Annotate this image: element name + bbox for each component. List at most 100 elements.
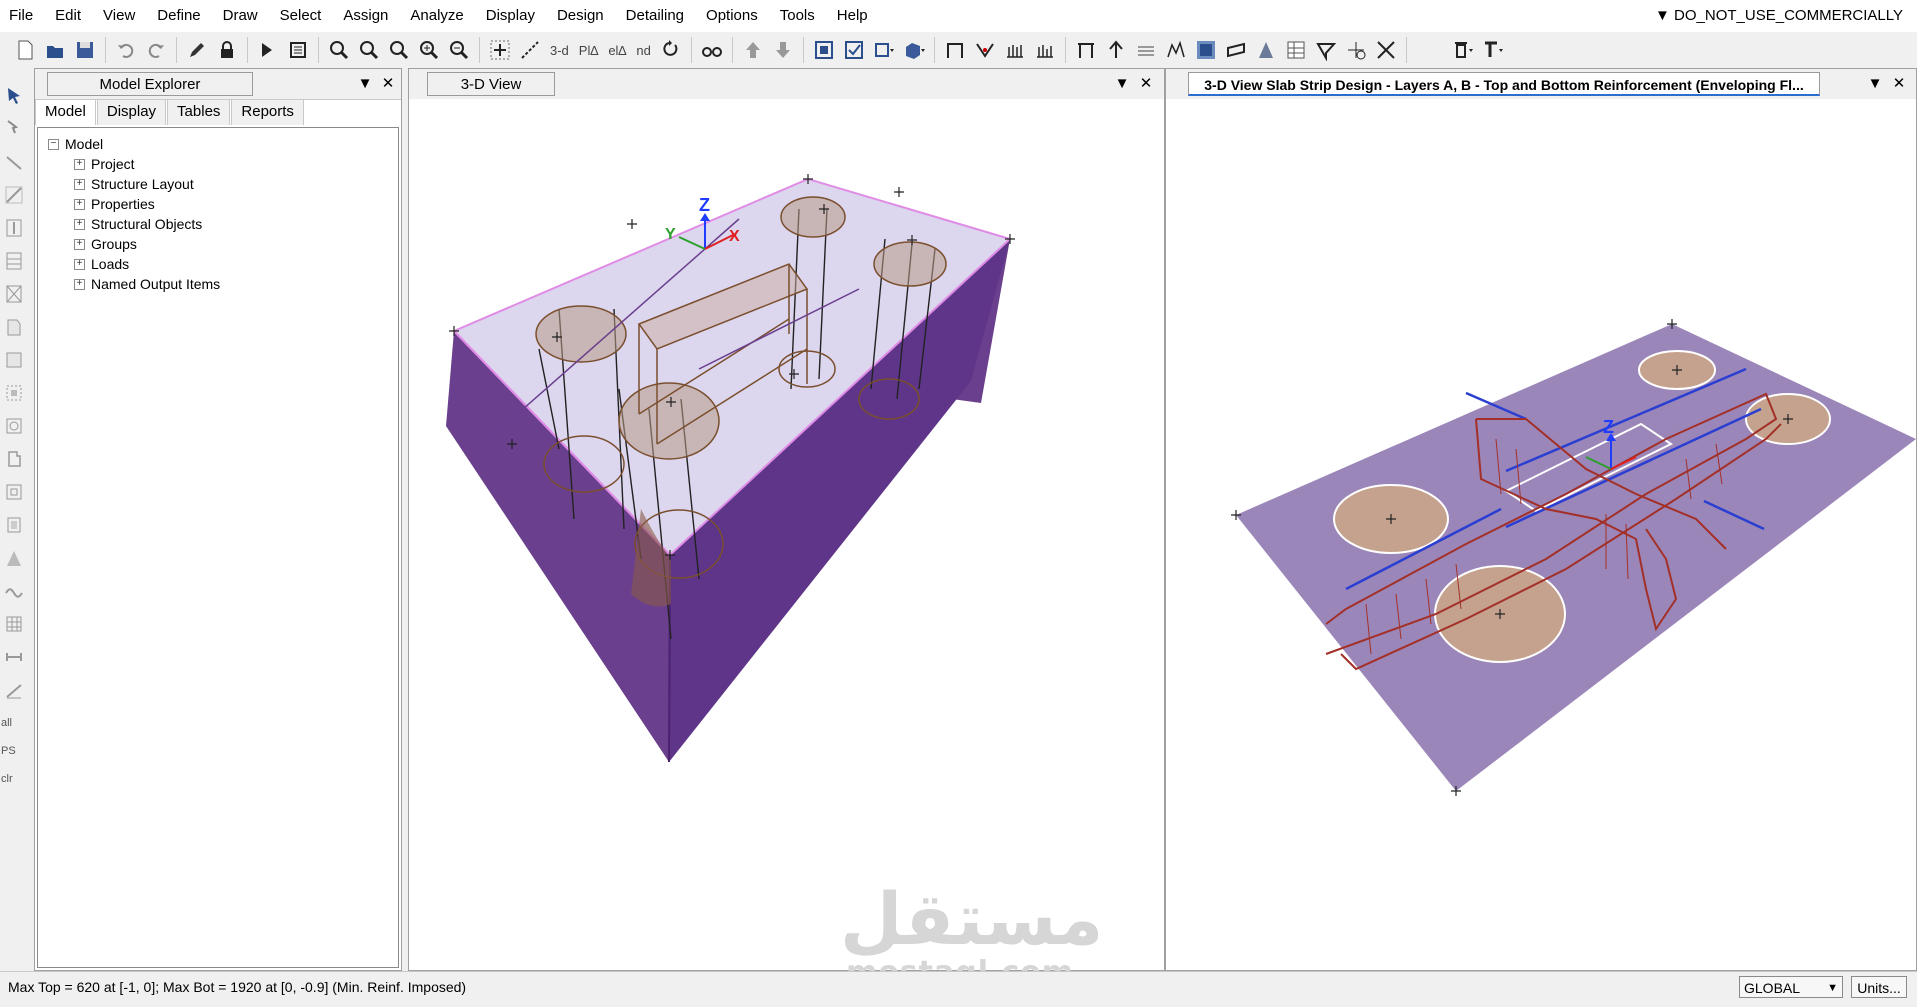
menu-design[interactable]: Design	[546, 0, 615, 32]
license-note[interactable]: ▼ DO_NOT_USE_COMMERCIALLY	[1655, 0, 1903, 32]
close-icon[interactable]: ✕	[378, 73, 398, 93]
collapse-icon[interactable]: −	[48, 138, 59, 150]
zoom-window-icon[interactable]	[327, 38, 351, 62]
menu-assign[interactable]: Assign	[332, 0, 399, 32]
expand-icon[interactable]: +	[74, 238, 85, 250]
view-plan-button[interactable]: Pl∆	[577, 38, 601, 62]
punching-shear-icon[interactable]	[1164, 38, 1188, 62]
tab-model[interactable]: Model	[35, 99, 96, 125]
beam-design-icon[interactable]	[1224, 38, 1248, 62]
draw-dimension-icon[interactable]	[3, 646, 25, 668]
strip-forces-icon[interactable]	[1134, 38, 1158, 62]
draw-line-icon[interactable]	[3, 151, 25, 173]
clear-selection-button[interactable]: clr	[1, 773, 13, 785]
chevron-down-icon[interactable]: ▼	[1112, 73, 1132, 93]
expand-icon[interactable]: +	[74, 198, 85, 210]
expand-icon[interactable]: +	[74, 218, 85, 230]
menu-tools[interactable]: Tools	[769, 0, 826, 32]
slab-design-icon[interactable]	[1194, 38, 1218, 62]
reshape-icon[interactable]	[3, 118, 25, 140]
object-shrink-icon[interactable]	[812, 38, 836, 62]
expand-icon[interactable]: +	[74, 258, 85, 270]
extrusion-dropdown-icon[interactable]	[902, 38, 926, 62]
draw-design-strip-alt-icon[interactable]	[3, 481, 25, 503]
move-down-icon[interactable]	[771, 38, 795, 62]
draw-point-load-icon[interactable]	[3, 514, 25, 536]
previous-selection-button[interactable]: PS	[1, 745, 16, 757]
snap-options-icon[interactable]	[1344, 38, 1368, 62]
strip-design-tab[interactable]: 3-D View Slab Strip Design - Layers A, B…	[1188, 72, 1820, 96]
tree-root[interactable]: − Model	[48, 134, 103, 154]
close-icon[interactable]: ✕	[1889, 73, 1909, 93]
menu-file[interactable]: File	[0, 0, 44, 32]
draw-design-strip-icon[interactable]	[3, 448, 25, 470]
expand-icon[interactable]: +	[74, 178, 85, 190]
menu-analyze[interactable]: Analyze	[399, 0, 474, 32]
coordinate-system-select[interactable]: GLOBAL ▼	[1739, 976, 1843, 998]
menu-select[interactable]: Select	[269, 0, 333, 32]
tab-tables[interactable]: Tables	[167, 99, 231, 125]
draw-beam-left-icon[interactable]	[3, 184, 25, 206]
snap-intersection-icon[interactable]	[1374, 38, 1398, 62]
save-icon[interactable]	[73, 38, 97, 62]
close-icon[interactable]: ✕	[1136, 73, 1156, 93]
zoom-previous-icon[interactable]	[387, 38, 411, 62]
view-elevation-button[interactable]: el∆	[606, 38, 628, 62]
draw-brace-icon[interactable]	[3, 283, 25, 305]
zoom-restore-icon[interactable]	[357, 38, 381, 62]
view-3d-tab[interactable]: 3-D View	[427, 72, 555, 96]
lock-icon[interactable]	[215, 38, 239, 62]
tab-display[interactable]: Display	[96, 99, 167, 125]
reactions-icon[interactable]	[1003, 38, 1027, 62]
tree-item-project[interactable]: + Project	[74, 154, 135, 174]
menu-draw[interactable]: Draw	[212, 0, 269, 32]
menu-edit[interactable]: Edit	[44, 0, 92, 32]
open-file-icon[interactable]	[43, 38, 67, 62]
slab-forces-icon[interactable]	[1104, 38, 1128, 62]
draw-wall-icon[interactable]	[3, 250, 25, 272]
perspective-icon[interactable]	[700, 38, 724, 62]
units-button[interactable]: Units...	[1851, 976, 1907, 998]
pan-icon[interactable]	[488, 38, 512, 62]
view-3d-button[interactable]: 3-d	[548, 38, 571, 62]
deformed-shape-icon[interactable]	[973, 38, 997, 62]
run-analysis-icon[interactable]	[256, 38, 280, 62]
expand-icon[interactable]: +	[74, 278, 85, 290]
model-viewport-3d[interactable]: Z Y X	[409, 99, 1164, 970]
forces-icon[interactable]	[1033, 38, 1057, 62]
redo-icon[interactable]	[144, 38, 168, 62]
menu-help[interactable]: Help	[826, 0, 879, 32]
show-tables-icon[interactable]	[1284, 38, 1308, 62]
tree-item-groups[interactable]: + Groups	[74, 234, 137, 254]
draw-drop-panel-icon[interactable]	[3, 382, 25, 404]
menu-display[interactable]: Display	[475, 0, 546, 32]
tab-reports[interactable]: Reports	[231, 99, 304, 125]
select-all-button[interactable]: all	[1, 717, 12, 729]
tree-item-structural-objects[interactable]: + Structural Objects	[74, 214, 202, 234]
draw-slab-icon[interactable]	[3, 316, 25, 338]
menu-view[interactable]: View	[92, 0, 146, 32]
expand-icon[interactable]: +	[74, 158, 85, 170]
draw-opening-icon[interactable]	[3, 415, 25, 437]
draw-tendon-wave-icon[interactable]	[3, 580, 25, 602]
frame-forces-icon[interactable]	[1074, 38, 1098, 62]
tree-item-properties[interactable]: + Properties	[74, 194, 155, 214]
undo-icon[interactable]	[114, 38, 138, 62]
display-options-dropdown-icon[interactable]	[872, 38, 896, 62]
menu-detailing[interactable]: Detailing	[615, 0, 695, 32]
draw-grid-icon[interactable]	[3, 613, 25, 635]
zoom-out-icon[interactable]	[447, 38, 471, 62]
rubber-band-zoom-icon[interactable]	[518, 38, 542, 62]
chevron-down-icon[interactable]: ▼	[355, 73, 375, 93]
rotate-icon[interactable]	[659, 38, 683, 62]
zoom-in-icon[interactable]	[417, 38, 441, 62]
run-design-icon[interactable]	[286, 38, 310, 62]
floor-dropdown-icon[interactable]	[1451, 38, 1475, 62]
tree-item-named-output[interactable]: + Named Output Items	[74, 274, 220, 294]
draw-reference-line-icon[interactable]	[3, 679, 25, 701]
tendon-icon[interactable]	[1254, 38, 1278, 62]
set-display-options-icon[interactable]	[842, 38, 866, 62]
pencil-icon[interactable]	[185, 38, 209, 62]
strip-design-viewport[interactable]: Z	[1166, 99, 1916, 970]
pointer-icon[interactable]	[3, 85, 25, 107]
